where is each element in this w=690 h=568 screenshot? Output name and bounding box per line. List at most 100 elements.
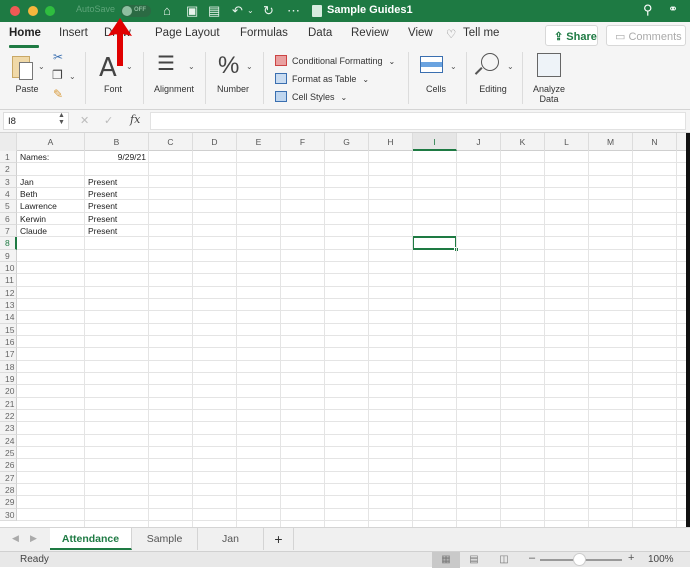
column-header-l[interactable]: L bbox=[545, 133, 589, 151]
search-icon[interactable]: ⚲ bbox=[643, 2, 653, 18]
column-header-h[interactable]: H bbox=[369, 133, 413, 151]
save-as-icon[interactable]: ▤ bbox=[208, 2, 220, 20]
column-header-g[interactable]: G bbox=[325, 133, 369, 151]
row-header-28[interactable]: 28 bbox=[0, 483, 17, 497]
row-header-15[interactable]: 15 bbox=[0, 323, 17, 336]
more-icon[interactable]: ⋯ bbox=[287, 2, 300, 20]
tab-view[interactable]: View bbox=[408, 27, 433, 39]
comments-button[interactable]: ▭ Comments bbox=[606, 25, 686, 46]
column-header-n[interactable]: N bbox=[633, 133, 677, 151]
next-sheet-icon[interactable]: ▶ bbox=[30, 533, 37, 544]
page-break-view-button[interactable]: ◫ bbox=[490, 552, 518, 568]
cell-b5[interactable]: Present bbox=[88, 201, 117, 212]
format-as-table-button[interactable]: Format as Table ⌄ bbox=[275, 73, 369, 84]
row-header-19[interactable]: 19 bbox=[0, 372, 17, 386]
chevron-down-icon[interactable]: ⌄ bbox=[69, 72, 76, 81]
close-window-button[interactable] bbox=[10, 6, 20, 16]
sheet-tab-attendance[interactable]: Attendance bbox=[50, 528, 132, 550]
undo-icon[interactable]: ↶ bbox=[232, 2, 243, 20]
cell-a1[interactable]: Names: bbox=[20, 152, 49, 163]
home-icon[interactable]: ⌂ bbox=[163, 2, 171, 20]
cancel-icon[interactable]: ✕ bbox=[80, 114, 89, 127]
row-header-5[interactable]: 5 bbox=[0, 200, 17, 213]
enter-icon[interactable]: ✓ bbox=[104, 114, 113, 127]
row-header-6[interactable]: 6 bbox=[0, 212, 17, 225]
row-header-13[interactable]: 13 bbox=[0, 298, 17, 312]
name-box-stepper[interactable]: ▲ ▼ bbox=[58, 112, 65, 126]
row-header-23[interactable]: 23 bbox=[0, 422, 17, 435]
tab-insert[interactable]: Insert bbox=[59, 27, 88, 39]
cell-a3[interactable]: Jan bbox=[20, 177, 34, 188]
formula-input[interactable] bbox=[150, 112, 686, 130]
row-header-30[interactable]: 30 bbox=[0, 508, 17, 521]
cell-a6[interactable]: Kerwin bbox=[20, 214, 46, 225]
select-all-button[interactable] bbox=[0, 133, 17, 151]
maximize-window-button[interactable] bbox=[45, 6, 55, 16]
row-header-21[interactable]: 21 bbox=[0, 397, 17, 410]
row-header-22[interactable]: 22 bbox=[0, 409, 17, 423]
cell-b1[interactable]: 9/29/21 bbox=[85, 152, 146, 163]
row-header-29[interactable]: 29 bbox=[0, 496, 17, 509]
minimize-window-button[interactable] bbox=[28, 6, 38, 16]
column-header-j[interactable]: J bbox=[457, 133, 501, 151]
row-header-11[interactable]: 11 bbox=[0, 274, 17, 287]
page-layout-view-button[interactable]: ▤ bbox=[460, 552, 488, 568]
column-header-m[interactable]: M bbox=[589, 133, 633, 151]
add-sheet-button[interactable]: + bbox=[264, 528, 294, 550]
autosave-toggle[interactable]: OFF bbox=[121, 5, 151, 17]
share-people-icon[interactable]: ⚭ bbox=[668, 2, 678, 16]
row-header-12[interactable]: 12 bbox=[0, 286, 17, 299]
tab-page-layout[interactable]: Page Layout bbox=[155, 27, 220, 39]
column-header-e[interactable]: E bbox=[237, 133, 281, 151]
tell-me-search[interactable]: Tell me bbox=[463, 27, 499, 39]
undo-dropdown-icon[interactable]: ⌄ bbox=[247, 2, 254, 20]
row-header-1[interactable]: 1 bbox=[0, 151, 17, 164]
row-header-8[interactable]: 8 bbox=[0, 237, 17, 250]
row-header-9[interactable]: 9 bbox=[0, 249, 17, 262]
row-header-3[interactable]: 3 bbox=[0, 175, 17, 188]
column-header-a[interactable]: A bbox=[17, 133, 85, 151]
conditional-formatting-button[interactable]: Conditional Formatting ⌄ bbox=[275, 55, 395, 66]
cell-a5[interactable]: Lawrence bbox=[20, 201, 57, 212]
cell-b6[interactable]: Present bbox=[88, 214, 117, 225]
row-header-25[interactable]: 25 bbox=[0, 446, 17, 460]
spreadsheet-grid[interactable]: ABCDEFGHIJKLMN 1 2 3 4 5 6 7 8 9 10 11 12 13 14 15 16 17… bbox=[0, 133, 690, 527]
save-icon[interactable]: ▣ bbox=[186, 2, 198, 20]
zoom-out-button[interactable]: – bbox=[529, 552, 535, 564]
column-header-i[interactable]: I bbox=[413, 133, 457, 151]
cell-styles-button[interactable]: Cell Styles ⌄ bbox=[275, 91, 347, 102]
column-header-b[interactable]: B bbox=[85, 133, 149, 151]
column-header-c[interactable]: C bbox=[149, 133, 193, 151]
row-header-24[interactable]: 24 bbox=[0, 434, 17, 447]
tab-home[interactable]: Home bbox=[9, 27, 41, 39]
copy-icon[interactable]: ❐ bbox=[52, 68, 63, 82]
row-header-14[interactable]: 14 bbox=[0, 311, 17, 324]
zoom-in-button[interactable]: + bbox=[628, 552, 634, 564]
row-header-17[interactable]: 17 bbox=[0, 348, 17, 361]
insert-function-icon[interactable]: fx bbox=[130, 113, 140, 126]
cell-a7[interactable]: Claude bbox=[20, 226, 47, 237]
column-header-f[interactable]: F bbox=[281, 133, 325, 151]
cell-b7[interactable]: Present bbox=[88, 226, 117, 237]
normal-view-button[interactable]: ▦ bbox=[432, 552, 460, 568]
selected-cell[interactable] bbox=[412, 236, 457, 250]
column-header-k[interactable]: K bbox=[501, 133, 545, 151]
row-header-10[interactable]: 10 bbox=[0, 261, 17, 275]
prev-sheet-icon[interactable]: ◀ bbox=[12, 533, 19, 544]
row-header-26[interactable]: 26 bbox=[0, 459, 17, 472]
zoom-slider-knob[interactable] bbox=[573, 553, 586, 566]
column-header-d[interactable]: D bbox=[193, 133, 237, 151]
cell-b4[interactable]: Present bbox=[88, 189, 117, 200]
format-painter-icon[interactable]: ✎ bbox=[53, 87, 63, 101]
row-header-16[interactable]: 16 bbox=[0, 335, 17, 349]
cell-b3[interactable]: Present bbox=[88, 177, 117, 188]
row-header-20[interactable]: 20 bbox=[0, 385, 17, 398]
sheet-tab-sample[interactable]: Sample bbox=[132, 528, 198, 550]
cell-a4[interactable]: Beth bbox=[20, 189, 38, 200]
row-header-2[interactable]: 2 bbox=[0, 163, 17, 176]
sheet-tab-jan[interactable]: Jan bbox=[198, 528, 264, 550]
row-header-27[interactable]: 27 bbox=[0, 471, 17, 484]
tab-formulas[interactable]: Formulas bbox=[240, 27, 288, 39]
row-header-18[interactable]: 18 bbox=[0, 360, 17, 373]
vertical-scrollbar[interactable] bbox=[686, 133, 690, 527]
